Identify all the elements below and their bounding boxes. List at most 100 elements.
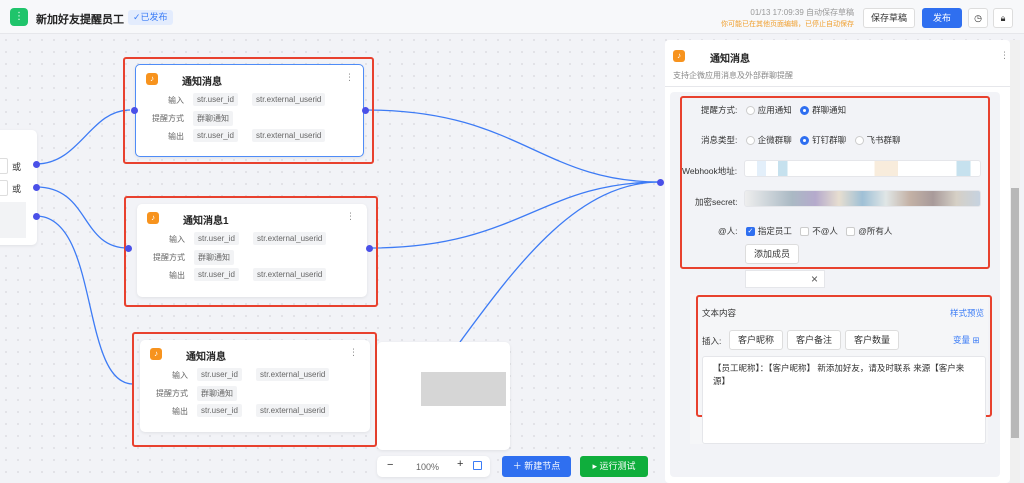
param-tag: str.user_id [193, 129, 238, 142]
notify-node-2[interactable]: ♪ 通知消息1 ⋮ 输入 str.user_id str.external_us… [137, 204, 367, 297]
minimap[interactable] [377, 342, 510, 450]
option-label: 飞书群聊 [866, 135, 901, 145]
variable-button[interactable]: 变量 ⊞ [953, 334, 980, 346]
output-port[interactable] [366, 245, 373, 252]
or-label: 或 [12, 184, 22, 194]
variable-label: 变量 [953, 335, 971, 345]
condition-field[interactable] [0, 180, 8, 196]
save-draft-button[interactable]: 保存草稿 [863, 8, 915, 28]
message-type-row: 消息类型: 企微群聊 钉钉群聊 飞书群聊 [701, 134, 901, 146]
param-tag: str.user_id [197, 368, 242, 381]
param-tag: str.external_userid [252, 93, 326, 106]
edge [459, 181, 661, 343]
insert-label: 插入: [702, 336, 722, 346]
param-tag: str.user_id [197, 404, 242, 417]
input-label: 输入 [172, 371, 188, 380]
insert-customer-remark[interactable]: 客户备注 [787, 330, 841, 350]
input-port[interactable] [125, 245, 132, 252]
option-label: 指定员工 [757, 226, 792, 236]
param-tag: str.user_id [193, 93, 238, 106]
radio-wecom[interactable] [745, 136, 755, 146]
option-label: 不@人 [812, 226, 838, 236]
mode-label: 提醒方式 [152, 114, 184, 123]
run-test-button[interactable]: ▸ 运行测试 [580, 456, 648, 477]
zoom-out-icon[interactable]: − [387, 459, 393, 471]
webhook-input[interactable] [744, 160, 981, 177]
checkbox-at-all[interactable] [846, 227, 856, 237]
input-port[interactable] [657, 179, 664, 186]
param-tag: str.external_userid [253, 232, 327, 245]
remind-label: 提醒方式: [701, 105, 738, 115]
bell-icon: ♪ [150, 348, 162, 360]
notify-node-1[interactable]: ♪ 通知消息 ⋮ 输入 str.user_id str.external_use… [135, 64, 364, 157]
option-label: 群聊通知 [812, 105, 847, 115]
history-clock-icon[interactable]: ◷ [968, 8, 988, 28]
bell-icon: ♪ [673, 50, 685, 62]
node-title: 通知消息 [182, 77, 222, 88]
type-label: 消息类型: [701, 135, 738, 145]
option-label: @所有人 [858, 226, 893, 236]
radio-group-notify[interactable] [800, 106, 810, 116]
more-icon[interactable]: ⋮ [346, 211, 355, 222]
scrollbar[interactable] [1010, 40, 1020, 483]
condition-field[interactable] [0, 158, 8, 174]
mode-tag: 群聊通知 [197, 386, 237, 401]
message-content-textarea[interactable]: 【员工昵称】：【客户昵称】 新添加好友，请及时联系 来源【客户来源】 [702, 356, 986, 444]
param-tag: str.external_userid [256, 404, 330, 417]
input-port[interactable] [131, 107, 138, 114]
output-port[interactable] [33, 213, 40, 220]
zoom-controls: − 100% + [377, 456, 490, 477]
zoom-level: 100% [416, 462, 440, 472]
else-branch [0, 202, 26, 238]
output-port[interactable] [33, 184, 40, 191]
edge [369, 181, 661, 249]
param-tag: str.user_id [194, 232, 239, 245]
minimap-viewport[interactable] [421, 372, 506, 406]
param-tag: str.user_id [194, 268, 239, 281]
scrollbar-thumb[interactable] [1011, 188, 1019, 438]
option-label: 应用通知 [757, 105, 792, 115]
insert-customer-nickname[interactable]: 客户昵称 [729, 330, 783, 350]
panel-title: 通知消息 [710, 54, 750, 65]
new-node-button[interactable]: ＋ 新建节点 [502, 456, 571, 477]
publish-button[interactable]: 发布 [922, 8, 962, 28]
add-member-button[interactable]: 添加成员 [745, 244, 799, 264]
radio-feishu[interactable] [854, 136, 864, 146]
member-tag-close-icon[interactable]: × [745, 270, 825, 288]
param-tag: str.external_userid [256, 368, 330, 381]
lock-icon[interactable]: 🔒︎ [993, 8, 1013, 28]
checkbox-specific-staff[interactable]: ✓ [745, 227, 755, 237]
edge [365, 109, 661, 183]
radio-app-notify[interactable] [745, 106, 755, 116]
output-port[interactable] [362, 107, 369, 114]
text-content-label: 文本内容 [702, 308, 737, 318]
run-test-label: 运行测试 [599, 461, 636, 471]
notify-node-3[interactable]: ♪ 通知消息 ⋮ 输入 str.user_id str.external_use… [140, 340, 370, 432]
fit-view-icon[interactable] [473, 461, 482, 470]
more-icon[interactable]: ⋮ [1000, 50, 1009, 61]
at-people-row: @人: ✓ 指定员工 不@人 @所有人 [718, 225, 892, 237]
input-label: 输入 [168, 96, 184, 105]
output-port[interactable] [33, 161, 40, 168]
divider [665, 86, 1010, 87]
option-label: 钉钉群聊 [812, 135, 847, 145]
bell-icon: ♪ [146, 73, 158, 85]
edge [35, 109, 131, 165]
edge [35, 215, 134, 385]
zoom-in-icon[interactable]: + [457, 458, 463, 470]
edge [35, 186, 129, 249]
previous-node[interactable]: 或 或 [0, 130, 37, 245]
radio-dingtalk[interactable] [800, 136, 810, 146]
insert-customer-count[interactable]: 客户数量 [845, 330, 899, 350]
param-tag: str.external_userid [253, 268, 327, 281]
style-preview-link[interactable]: 样式预览 [950, 307, 984, 319]
secret-input[interactable] [744, 190, 981, 207]
more-icon[interactable]: ⋮ [349, 347, 358, 358]
mode-label: 提醒方式 [153, 253, 185, 262]
autosave-time: 01/13 17:09:39 自动保存草稿 [750, 8, 854, 17]
autosave-warning: 你可能已在其他页面编辑，已停止自动保存 [721, 21, 854, 28]
highlight-box [680, 96, 990, 269]
checkbox-no-at[interactable] [800, 227, 810, 237]
or-label: 或 [12, 162, 22, 172]
more-icon[interactable]: ⋮ [345, 72, 354, 83]
